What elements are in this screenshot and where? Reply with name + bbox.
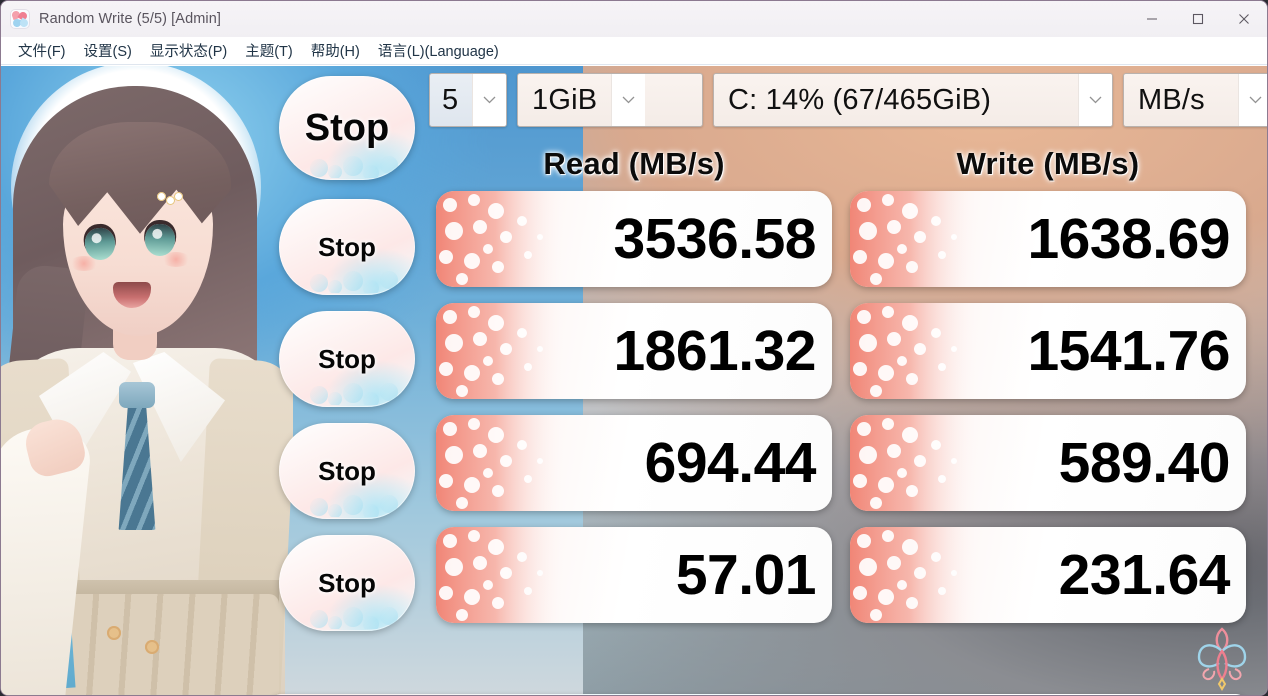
drive-select[interactable]: C: 14% (67/465GiB): [713, 73, 1113, 127]
read-result-row-2: 1861.32: [436, 303, 832, 399]
window-body: 5 1GiB C: 14% (67/465GiB) MB/s Stop Read…: [1, 66, 1267, 695]
menu-theme[interactable]: 主题(T): [236, 37, 302, 64]
toolbar: 5 1GiB C: 14% (67/465GiB) MB/s: [429, 73, 1267, 127]
stop-button-label: Stop: [318, 567, 376, 598]
test-size-value: 1GiB: [532, 83, 598, 116]
read-result-row-3: 694.44: [436, 415, 832, 511]
stop-button-row-2[interactable]: Stop: [279, 311, 415, 407]
maximize-icon[interactable]: [1175, 1, 1221, 37]
menu-bar: 文件(F) 设置(S) 显示状态(P) 主题(T) 帮助(H) 语言(L)(La…: [1, 37, 1267, 65]
unit-value: MB/s: [1138, 83, 1205, 116]
title-bar: Random Write (5/5) [Admin]: [1, 1, 1267, 37]
sakura-butterfly-logo: [1197, 627, 1247, 691]
menu-display-status[interactable]: 显示状态(P): [141, 37, 236, 64]
read-value: 1861.32: [613, 319, 816, 383]
write-result-row-1: 1638.69: [850, 191, 1246, 287]
write-value: 589.40: [1058, 431, 1231, 495]
write-column-header: Write (MB/s): [956, 146, 1140, 181]
stop-all-button[interactable]: Stop: [279, 76, 415, 180]
write-value: 231.64: [1058, 543, 1231, 607]
read-column-header: Read (MB/s): [543, 146, 725, 181]
stop-button-row-1[interactable]: Stop: [279, 199, 415, 295]
test-count-select[interactable]: 5: [429, 73, 507, 127]
stop-button-label: Stop: [318, 231, 376, 262]
menu-file[interactable]: 文件(F): [9, 37, 75, 64]
read-value: 694.44: [644, 431, 817, 495]
drive-value: C: 14% (67/465GiB): [728, 83, 992, 116]
stop-button-label: Stop: [318, 343, 376, 374]
write-result-row-2: 1541.76: [850, 303, 1246, 399]
stop-button-row-4[interactable]: Stop: [279, 535, 415, 631]
read-value: 57.01: [675, 543, 817, 607]
write-value: 1638.69: [1027, 207, 1230, 271]
read-result-row-1: 3536.58: [436, 191, 832, 287]
window-controls: [1129, 1, 1267, 37]
menu-settings[interactable]: 设置(S): [75, 37, 141, 64]
chevron-down-icon[interactable]: [472, 74, 506, 126]
write-result-row-4: 231.64: [850, 527, 1246, 623]
application-window: Random Write (5/5) [Admin] 文件(F) 设置(S) 显…: [0, 0, 1268, 696]
stop-button-label: Stop: [318, 455, 376, 486]
chevron-down-icon[interactable]: [1238, 74, 1267, 126]
write-result-row-3: 589.40: [850, 415, 1246, 511]
benchmark-grid: Stop Read (MB/s) Write (MB/s) Stop 3536.…: [1, 66, 1267, 695]
write-value: 1541.76: [1027, 319, 1230, 383]
stop-all-label: Stop: [304, 106, 390, 149]
test-count-value: 5: [442, 83, 459, 116]
menu-language[interactable]: 语言(L)(Language): [369, 37, 508, 64]
unit-select[interactable]: MB/s: [1123, 73, 1267, 127]
chevron-down-icon[interactable]: [611, 74, 646, 126]
sakura-app-icon: [10, 9, 30, 29]
close-icon[interactable]: [1221, 1, 1267, 37]
read-value: 3536.58: [613, 207, 816, 271]
stop-button-row-3[interactable]: Stop: [279, 423, 415, 519]
menu-help[interactable]: 帮助(H): [302, 37, 369, 64]
minimize-icon[interactable]: [1129, 1, 1175, 37]
chevron-down-icon[interactable]: [1078, 74, 1112, 126]
window-title: Random Write (5/5) [Admin]: [39, 11, 222, 27]
test-size-select[interactable]: 1GiB: [517, 73, 703, 127]
read-result-row-4: 57.01: [436, 527, 832, 623]
